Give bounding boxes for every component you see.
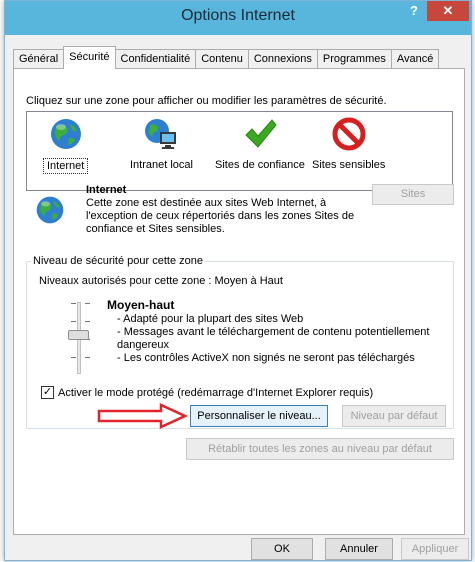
internet-options-window: Options Internet ? ✕ Général Sécurité Co… <box>4 0 472 561</box>
globe-icon <box>34 194 66 229</box>
slider-tick <box>85 303 90 304</box>
custom-level-button[interactable]: Personnaliser le niveau... <box>190 405 328 427</box>
zone-instruction: Cliquez sur une zone pour afficher ou mo… <box>26 95 387 107</box>
protected-mode-row[interactable]: ✓ Activer le mode protégé (redémarrage d… <box>41 386 373 399</box>
level-detail-line: - Les contrôles ActiveX non signés ne se… <box>117 352 415 364</box>
slider-tick <box>85 357 90 358</box>
tab-programs[interactable]: Programmes <box>316 49 392 69</box>
red-arrow-annotation <box>97 403 189 432</box>
zone-trusted-sites[interactable]: Sites de confiance <box>212 116 308 172</box>
zone-label: Sites sensibles <box>312 159 386 171</box>
selected-zone-description: Cette zone est destinée aux sites Web In… <box>86 197 355 235</box>
tab-connections[interactable]: Connexions <box>247 49 318 69</box>
window-title: Options Internet <box>181 7 295 24</box>
level-detail-line: - Adapté pour la plupart des sites Web <box>117 313 304 325</box>
selected-zone-title: Internet <box>86 184 127 196</box>
slider-tick <box>71 357 76 358</box>
intranet-icon <box>143 116 179 152</box>
allowed-levels-text: Niveaux autorisés pour cette zone : Moye… <box>39 275 283 287</box>
protected-mode-checkbox[interactable]: ✓ <box>41 386 54 399</box>
protected-mode-label[interactable]: Activer le mode protégé (redémarrage d'I… <box>58 387 373 399</box>
checkmark-icon <box>242 116 278 152</box>
sites-button[interactable]: Sites <box>372 184 454 205</box>
tab-general[interactable]: Général <box>13 49 65 69</box>
tab-advanced[interactable]: Avancé <box>390 49 440 69</box>
group-legend: Niveau de sécurité pour cette zone <box>31 255 205 267</box>
tab-privacy[interactable]: Confidentialité <box>114 49 197 69</box>
level-detail-line: - Messages avant le téléchargement de co… <box>117 326 430 351</box>
tab-content[interactable]: Contenu <box>195 49 249 69</box>
slider-tick <box>85 321 90 322</box>
zone-label: Intranet local <box>130 159 193 171</box>
zone-list: Internet Intranet local Sites de confian… <box>26 111 453 191</box>
security-panel: Cliquez sur une zone pour afficher ou mo… <box>13 68 465 535</box>
zone-label: Internet <box>43 158 89 174</box>
zone-restricted-sites[interactable]: Sites sensibles <box>309 116 388 172</box>
cancel-button[interactable]: Annuler <box>325 538 393 560</box>
restricted-icon <box>331 116 367 152</box>
zone-local-intranet[interactable]: Intranet local <box>127 116 196 172</box>
default-level-button[interactable]: Niveau par défaut <box>342 405 446 427</box>
security-level-name: Moyen-haut <box>107 298 175 312</box>
slider-tick <box>71 321 76 322</box>
security-level-description: - Adapté pour la plupart des sites Web -… <box>117 313 437 365</box>
globe-icon <box>48 116 84 152</box>
dialog-button-bar: OK Annuler Appliquer <box>5 536 471 562</box>
ok-button[interactable]: OK <box>251 538 313 560</box>
tab-security[interactable]: Sécurité <box>63 46 116 69</box>
apply-button[interactable]: Appliquer <box>401 538 469 560</box>
tab-strip: Général Sécurité Confidentialité Contenu… <box>13 46 440 69</box>
security-level-group: Niveau de sécurité pour cette zone Nivea… <box>26 255 454 432</box>
close-button[interactable]: ✕ <box>427 1 469 21</box>
slider-tick <box>71 303 76 304</box>
reset-all-zones-button[interactable]: Rétablir toutes les zones au niveau par … <box>186 438 454 460</box>
zone-internet[interactable]: Internet <box>43 116 89 174</box>
zone-label: Sites de confiance <box>215 159 305 171</box>
security-level-slider-thumb[interactable] <box>68 330 89 340</box>
title-bar[interactable]: Options Internet ? ✕ <box>5 1 471 35</box>
help-button[interactable]: ? <box>403 1 425 21</box>
